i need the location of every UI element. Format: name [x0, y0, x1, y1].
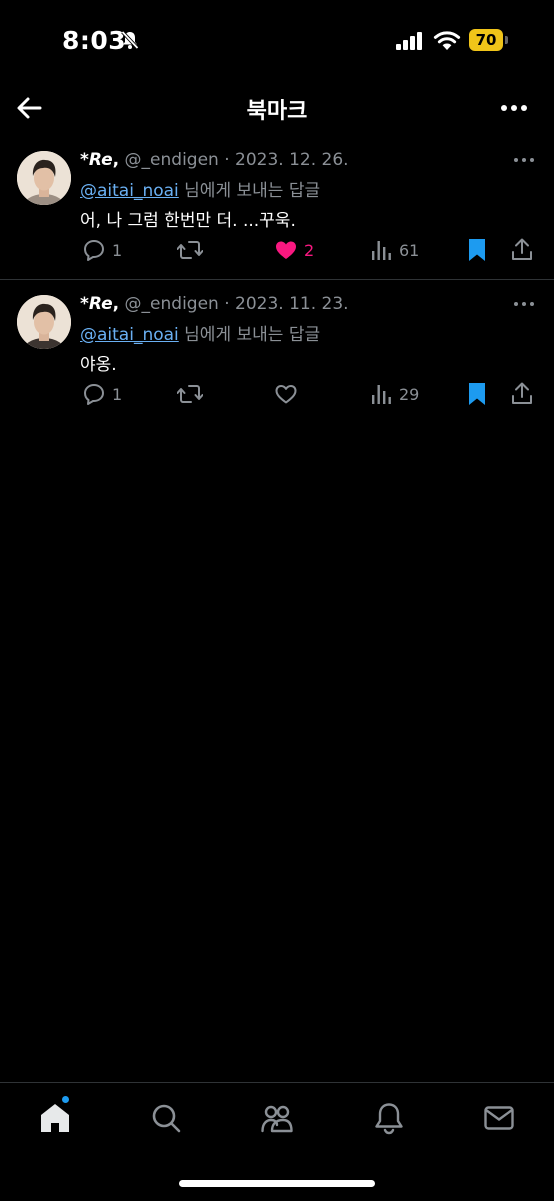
avatar[interactable]: [17, 151, 71, 205]
divider: [0, 279, 554, 280]
like-count: 2: [304, 240, 315, 260]
replying-to: @aitai_noai 님에게 보내는 답글: [80, 320, 320, 345]
like-button[interactable]: [274, 379, 298, 409]
retweet-button[interactable]: [177, 379, 203, 409]
tweet-header: *Re, @_endigen · 2023. 12. 26.: [80, 150, 349, 170]
views-button[interactable]: 61: [371, 235, 419, 265]
search-icon[interactable]: [149, 1101, 183, 1135]
retweet-icon: [177, 241, 203, 259]
tweet-header: *Re, @_endigen · 2023. 11. 23.: [80, 294, 349, 314]
author-name[interactable]: *Re,: [80, 150, 119, 170]
tweet-text: 야옹.: [80, 355, 117, 375]
reply-icon: [84, 240, 104, 261]
page-title: 북마크: [246, 99, 308, 124]
home-indicator[interactable]: [179, 1180, 375, 1187]
reply-count: 1: [112, 384, 123, 404]
views-chart-icon: [372, 241, 391, 260]
bottom-tab-bar: [0, 1082, 554, 1201]
author-handle[interactable]: @_endigen: [125, 294, 219, 314]
status-bar: 8:03 70: [0, 0, 554, 84]
tweet-more-icon[interactable]: [512, 150, 536, 170]
home-notification-dot: [62, 1096, 69, 1103]
communities-icon[interactable]: [260, 1101, 294, 1135]
mention-link[interactable]: @aitai_noai: [80, 325, 179, 345]
replying-to: @aitai_noai 님에게 보내는 답글: [80, 176, 320, 201]
bookmark-filled-icon[interactable]: [466, 379, 488, 409]
replying-suffix: 님에게 보내는 답글: [184, 325, 321, 345]
bookmark-filled-icon[interactable]: [466, 235, 488, 265]
battery-level: 70: [469, 29, 503, 51]
bookmark-tweet[interactable]: *Re, @_endigen · 2023. 11. 23. @aitai_no…: [0, 284, 554, 422]
view-count: 61: [399, 240, 420, 260]
more-options-icon[interactable]: [498, 92, 530, 124]
wifi-icon: [433, 31, 461, 50]
bookmark-tweet[interactable]: *Re, @_endigen · 2023. 12. 26. @aitai_no…: [0, 140, 554, 278]
tweet-date: · 2023. 12. 26.: [224, 150, 349, 170]
messages-icon[interactable]: [482, 1101, 516, 1135]
tweet-actions: 1 2 61: [0, 235, 554, 265]
views-button[interactable]: 29: [371, 379, 419, 409]
bell-slash-icon: [121, 30, 139, 50]
notifications-icon[interactable]: [372, 1101, 406, 1135]
cellular-signal-icon: [396, 32, 422, 50]
heart-filled-icon: [276, 241, 296, 259]
like-button[interactable]: 2: [274, 235, 314, 265]
battery-indicator: 70: [469, 29, 508, 53]
battery-nub: [505, 36, 508, 44]
tweet-date: · 2023. 11. 23.: [224, 294, 349, 314]
share-icon[interactable]: [511, 235, 533, 265]
author-handle[interactable]: @_endigen: [125, 150, 219, 170]
author-name[interactable]: *Re,: [80, 294, 119, 314]
reply-button[interactable]: 1: [82, 379, 122, 409]
views-chart-icon: [372, 385, 391, 404]
avatar-portrait-icon: [17, 295, 71, 349]
tweet-text: 어, 나 그럼 한번만 더. ...꾸욱.: [80, 211, 296, 231]
home-icon[interactable]: [38, 1101, 72, 1135]
reply-button[interactable]: 1: [82, 235, 122, 265]
avatar-portrait-icon: [17, 151, 71, 205]
retweet-icon: [177, 385, 203, 403]
heart-outline-icon: [275, 385, 297, 404]
avatar[interactable]: [17, 295, 71, 349]
nav-header: 북마크: [0, 84, 554, 134]
tweet-more-icon[interactable]: [512, 294, 536, 314]
view-count: 29: [399, 384, 420, 404]
reply-icon: [84, 384, 104, 405]
share-icon[interactable]: [511, 379, 533, 409]
replying-suffix: 님에게 보내는 답글: [184, 181, 321, 201]
reply-count: 1: [112, 240, 123, 260]
retweet-button[interactable]: [177, 235, 203, 265]
tweet-actions: 1 29: [0, 379, 554, 409]
status-time: 8:03: [62, 26, 127, 55]
mention-link[interactable]: @aitai_noai: [80, 181, 179, 201]
